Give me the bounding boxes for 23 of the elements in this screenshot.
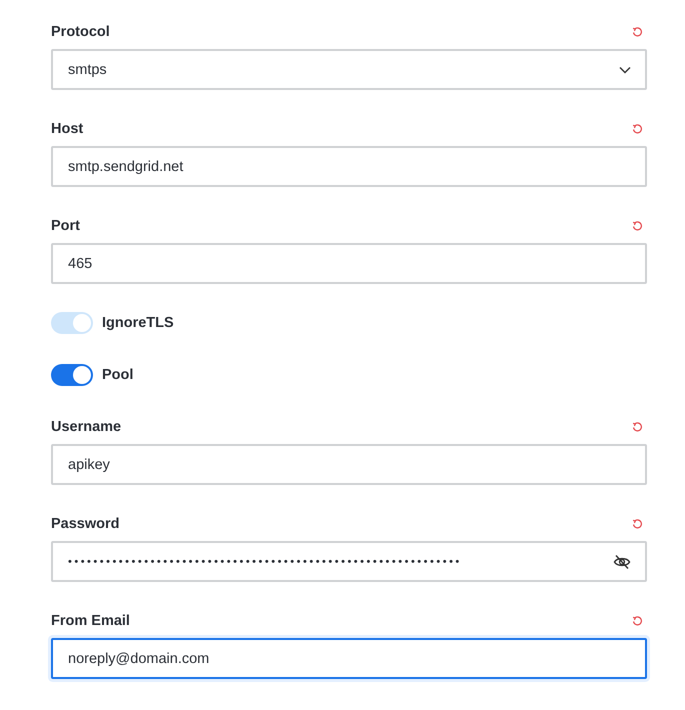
input-field[interactable]: •••••••••••••••••••••••••••••••••••••••••••••••••••••••••••••• <box>51 541 647 582</box>
reset-icon[interactable] <box>632 124 643 134</box>
field-label: Password <box>51 516 120 532</box>
eye-slash-icon[interactable] <box>613 554 631 570</box>
toggle-label: IgnoreTLS <box>102 315 174 331</box>
reset-icon[interactable] <box>632 26 643 38</box>
field-label: From Email <box>51 613 130 629</box>
reset-icon[interactable] <box>632 422 643 432</box>
field-label: Protocol <box>51 24 110 40</box>
toggle-switch[interactable] <box>51 364 93 386</box>
toggle-label: Pool <box>102 367 134 383</box>
chevron-down-icon <box>619 66 631 74</box>
protocol-select[interactable]: smtps <box>51 49 647 90</box>
input-field[interactable]: apikey <box>51 444 647 485</box>
input-field[interactable]: noreply@domain.com <box>51 638 647 679</box>
field-label: Port <box>51 218 80 234</box>
field-label: Host <box>51 121 84 137</box>
field-label: Username <box>51 419 122 435</box>
reset-icon[interactable] <box>632 220 643 232</box>
reset-icon[interactable] <box>632 616 643 626</box>
input-field[interactable]: 465 <box>51 243 647 284</box>
reset-icon[interactable] <box>632 518 643 530</box>
input-field[interactable]: smtp.sendgrid.net <box>51 146 647 187</box>
